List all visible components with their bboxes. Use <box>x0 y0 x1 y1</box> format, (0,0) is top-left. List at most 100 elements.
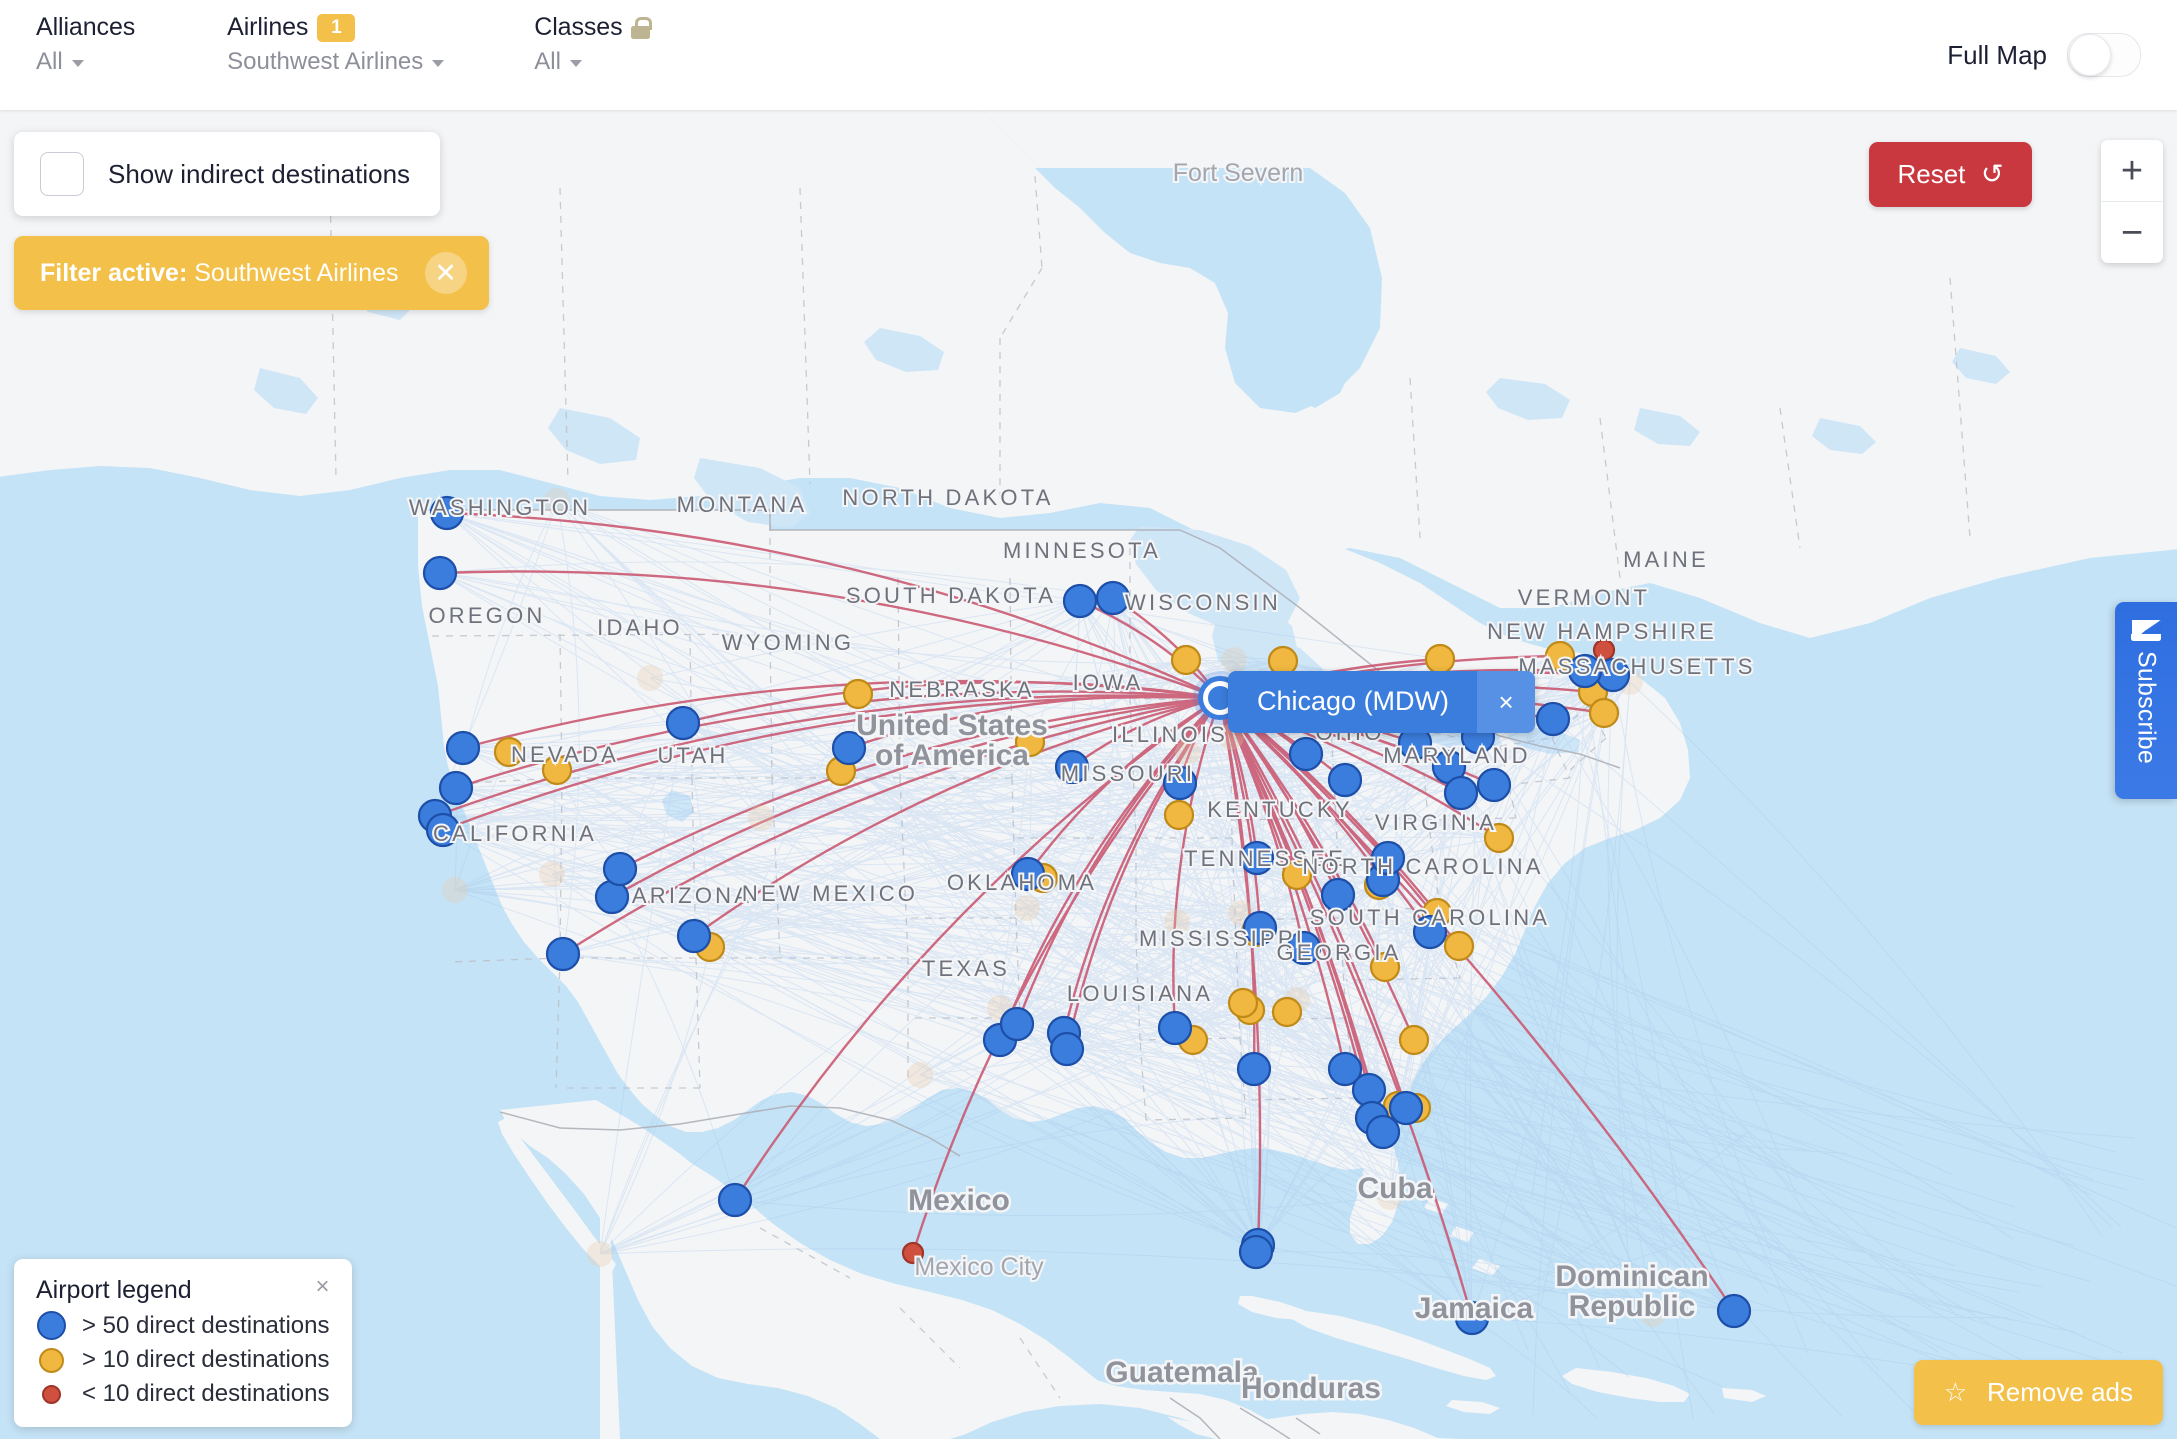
airport-dot-inactive[interactable] <box>539 861 565 887</box>
lock-icon <box>631 16 653 39</box>
subscribe-tab[interactable]: Subscribe <box>2115 602 2177 799</box>
filter-group-airlines[interactable]: Airlines 1 Southwest Airlines <box>227 0 445 76</box>
map-label-city: Mexico City <box>914 1253 1044 1281</box>
airport-dot-large[interactable] <box>1049 1031 1085 1067</box>
airport-dot-large[interactable] <box>665 705 701 741</box>
airport-dot-inactive[interactable] <box>1014 895 1040 921</box>
map-label-state: OREGON <box>429 603 546 628</box>
airport-dot-large[interactable] <box>1443 775 1479 811</box>
airport-dot-large[interactable] <box>1476 767 1512 803</box>
toggle-knob <box>2069 34 2111 76</box>
airport-dot-medium[interactable] <box>842 678 874 710</box>
flight-map-app: Fort Severn MONTANA NORTH DAKOTA MINNESOTA W… <box>0 0 2177 1439</box>
airport-dot-large[interactable] <box>602 851 638 887</box>
reset-button[interactable]: Reset ↻ <box>1869 142 2032 207</box>
chevron-down-icon <box>71 59 84 67</box>
map-label-country: Jamaica <box>1415 1292 1534 1325</box>
airport-dot-inactive[interactable] <box>637 665 663 691</box>
alliances-value: All <box>36 47 63 75</box>
legend-dot-medium <box>39 1347 64 1373</box>
airport-dot-large[interactable] <box>1716 1293 1752 1329</box>
alliances-value-row[interactable]: All <box>36 48 135 76</box>
airport-dot-medium[interactable] <box>1170 644 1202 676</box>
airport-dot-medium[interactable] <box>1227 987 1259 1019</box>
airport-dot-large[interactable] <box>1365 1114 1401 1150</box>
selected-airport-label: Chicago (MDW) <box>1228 671 1478 733</box>
remove-ads-label: Remove ads <box>1987 1377 2133 1407</box>
airport-dot-large[interactable] <box>999 1006 1035 1042</box>
active-filter-text: Filter active: Southwest Airlines <box>40 259 399 288</box>
airport-dot-large[interactable] <box>1327 762 1363 798</box>
map-label-state: NORTH DAKOTA <box>842 485 1053 510</box>
filter-group-alliances[interactable]: Alliances All <box>36 0 135 76</box>
airlines-title-row: Airlines 1 <box>227 14 444 42</box>
full-map-control[interactable]: Full Map <box>1947 0 2141 110</box>
remove-ads-button[interactable]: ☆ Remove ads <box>1913 1360 2163 1425</box>
map-label-state: MINNESOTA <box>1003 538 1161 563</box>
airport-dot-inactive[interactable] <box>907 1062 933 1088</box>
airport-dot-large[interactable] <box>545 936 581 972</box>
airport-dot-medium[interactable] <box>1443 930 1475 962</box>
airport-dot-large[interactable] <box>1062 583 1098 619</box>
chevron-down-icon <box>569 59 582 67</box>
airport-dot-inactive[interactable] <box>587 1241 613 1267</box>
airport-dot-inactive[interactable] <box>442 877 468 903</box>
airport-dot-large[interactable] <box>445 730 481 766</box>
airport-dot-medium[interactable] <box>1163 799 1195 831</box>
map-label-state: NEBRASKA <box>889 677 1034 702</box>
airport-dot-large[interactable] <box>676 918 712 954</box>
airport-dot-large[interactable] <box>1236 1051 1272 1087</box>
map-label-state: OKLAHOMA <box>947 870 1097 895</box>
map-label-state: VERMONT <box>1518 585 1650 610</box>
airport-dot-medium[interactable] <box>1398 1024 1430 1056</box>
classes-label: Classes <box>534 13 623 41</box>
map-label-city: Fort Severn <box>1173 159 1304 187</box>
star-icon: ☆ <box>1943 1377 1968 1407</box>
map-label-country: Republic <box>1569 1290 1696 1323</box>
map-label-state: GEORGIA <box>1276 940 1401 965</box>
airlines-value-row[interactable]: Southwest Airlines <box>227 48 445 76</box>
airport-dot-large[interactable] <box>438 770 474 806</box>
top-filter-bar: Alliances All Airlines 1 Southwest Airli… <box>0 0 2177 110</box>
airport-dot-inactive[interactable] <box>1221 647 1247 673</box>
airport-dot-medium[interactable] <box>1271 996 1303 1028</box>
zoom-controls[interactable]: + − <box>2101 140 2163 263</box>
map-label-state: NEW HAMPSHIRE <box>1487 619 1717 644</box>
show-indirect-checkbox[interactable] <box>40 152 84 196</box>
zoom-out-button[interactable]: − <box>2101 202 2163 263</box>
airport-dot-large[interactable] <box>1388 1090 1424 1126</box>
airport-dot-large[interactable] <box>422 555 458 591</box>
map-label-country: Dominican <box>1555 1260 1708 1293</box>
clear-filter-button[interactable]: ✕ <box>424 252 467 294</box>
airport-dot-large[interactable] <box>1157 1010 1193 1046</box>
airport-dot-large[interactable] <box>1535 701 1571 737</box>
map-label-country: Honduras <box>1241 1372 1381 1405</box>
classes-value: All <box>534 47 561 75</box>
airport-dot-inactive[interactable] <box>748 805 774 831</box>
map-label-state: NEW MEXICO <box>742 881 918 906</box>
zoom-in-button[interactable]: + <box>2101 140 2163 201</box>
map-label-state: VIRGINIA <box>1375 810 1497 835</box>
map-label-state: WASHINGTON <box>409 495 591 520</box>
legend-label-medium: > 10 direct destinations <box>82 1346 330 1373</box>
map-label-state: CALIFORNIA <box>433 821 597 846</box>
tooltip-close-button[interactable]: × <box>1477 671 1536 733</box>
airport-dot-large[interactable] <box>717 1182 753 1218</box>
map-label-state: IDAHO <box>597 615 683 640</box>
classes-value-row[interactable]: All <box>534 48 650 76</box>
airport-dot-large[interactable] <box>594 879 630 915</box>
filter-group-classes[interactable]: Classes All <box>534 0 653 76</box>
airport-dot-medium[interactable] <box>1424 643 1456 675</box>
airport-dot-large[interactable] <box>1238 1234 1274 1270</box>
map-label-state: WYOMING <box>722 630 854 655</box>
map-label-state: NEVADA <box>511 742 619 767</box>
classes-title-row: Classes <box>534 13 653 42</box>
full-map-toggle[interactable] <box>2067 33 2141 77</box>
legend-header: Airport legend × <box>36 1275 330 1305</box>
selected-airport-tooltip[interactable]: Chicago (MDW) × <box>1228 671 1536 733</box>
airport-dot-medium[interactable] <box>1588 697 1620 729</box>
legend-label-large: > 50 direct destinations <box>82 1311 330 1339</box>
show-indirect-panel[interactable]: Show indirect destinations <box>14 132 441 216</box>
legend-close-button[interactable]: × <box>315 1275 329 1299</box>
map-label-state: NORTH CAROLINA <box>1302 854 1543 879</box>
